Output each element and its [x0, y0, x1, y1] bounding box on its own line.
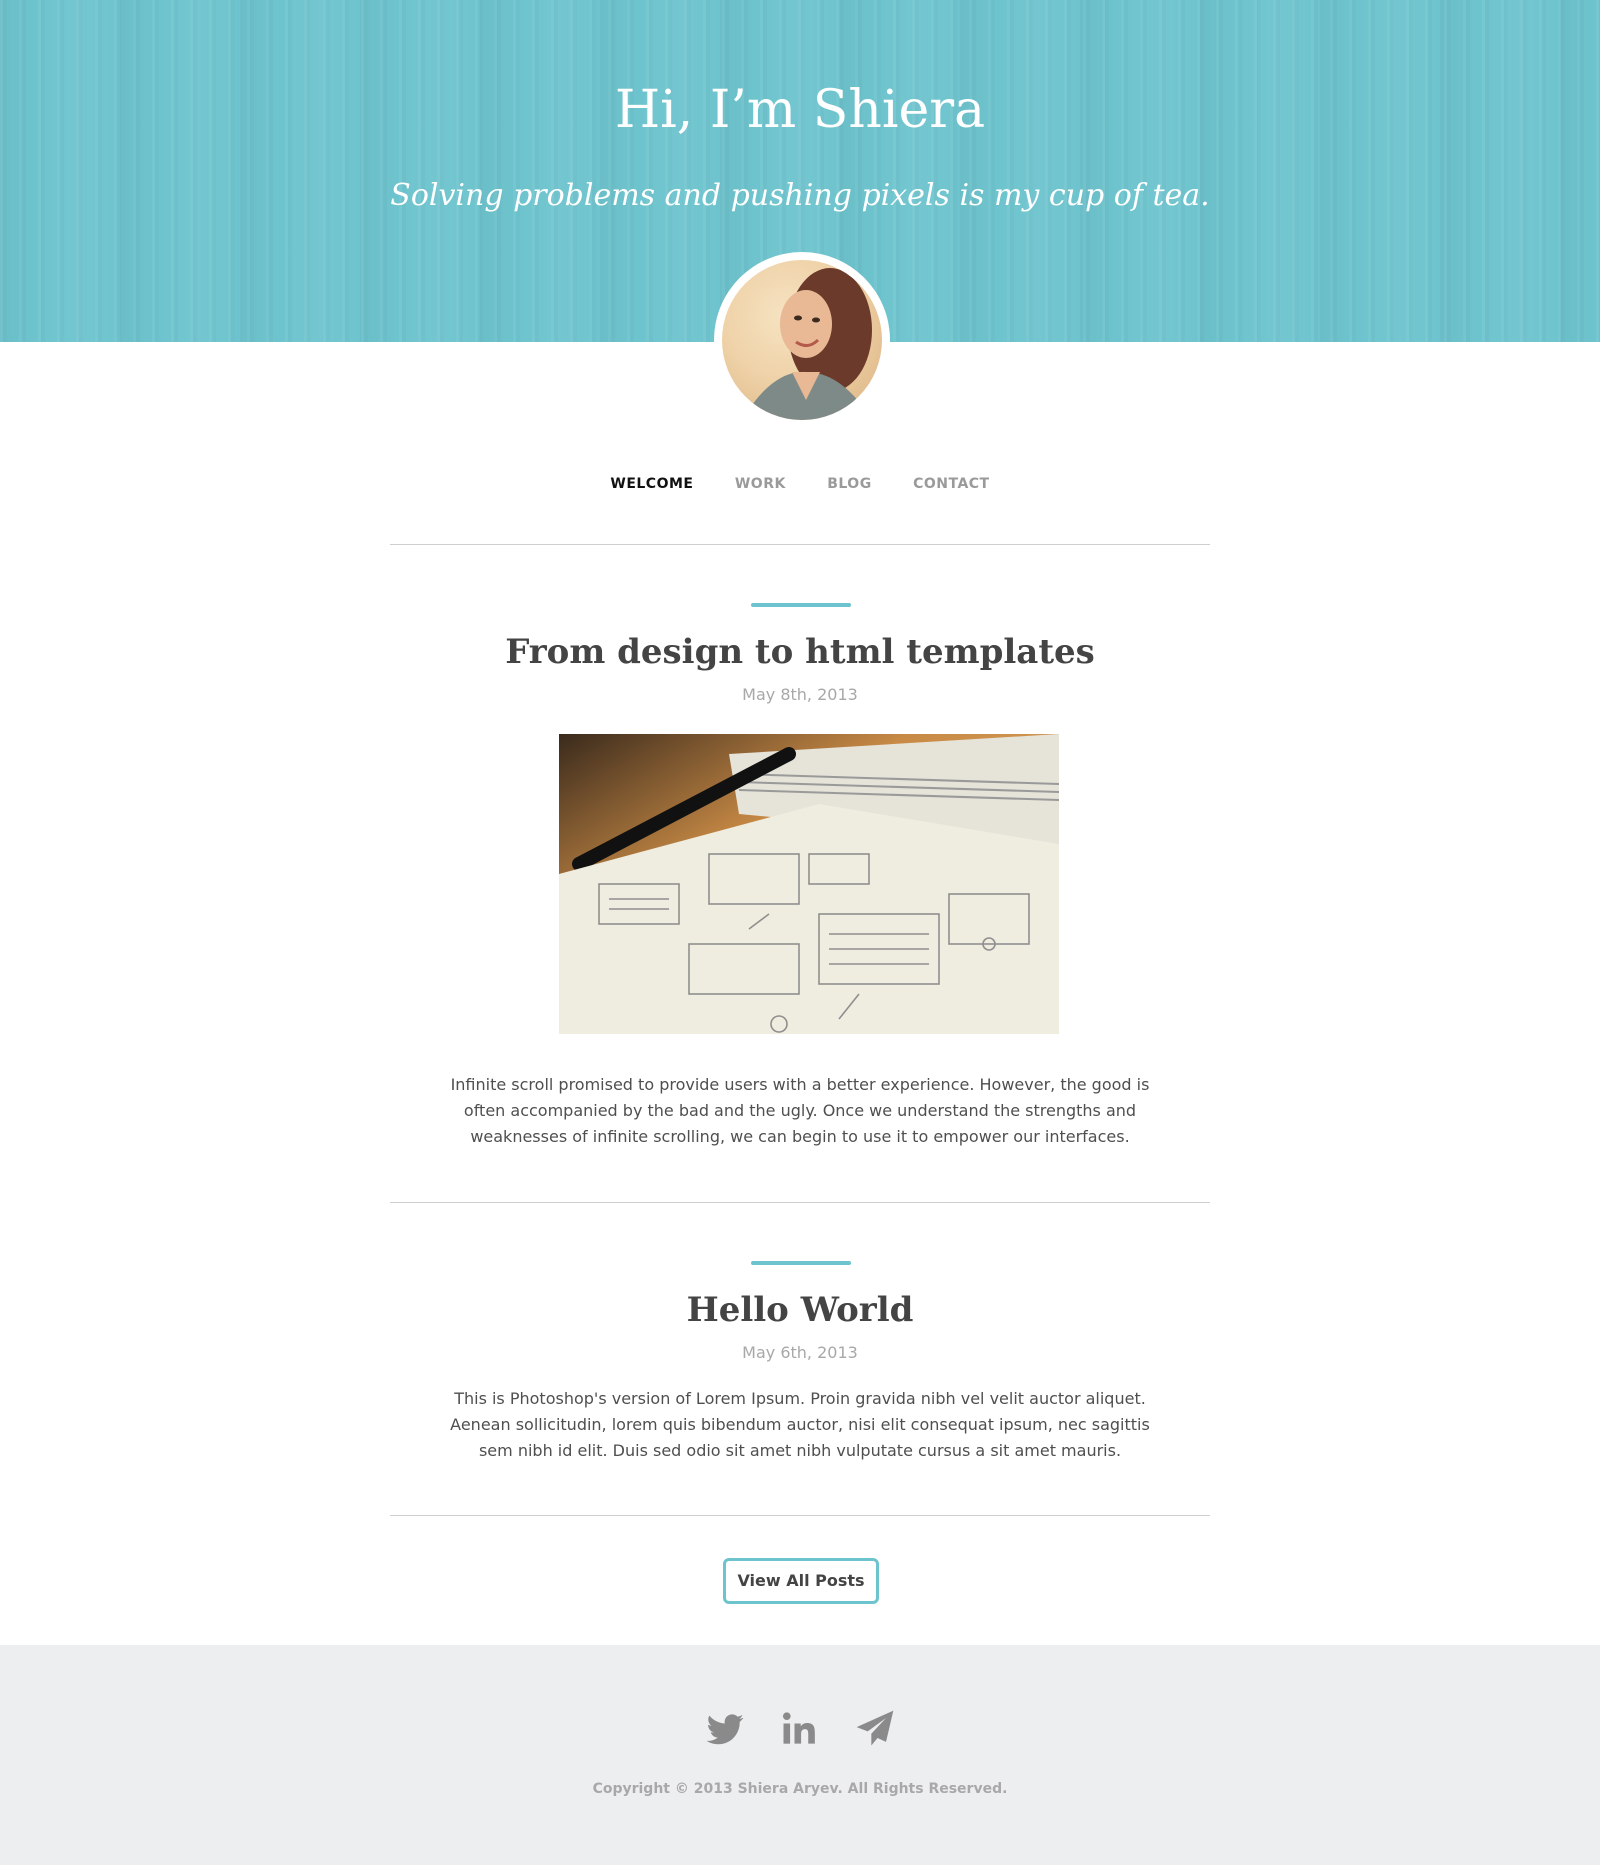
avatar-photo [722, 260, 882, 420]
linkedin-icon[interactable] [778, 1707, 822, 1751]
twitter-icon[interactable] [703, 1707, 747, 1751]
post-excerpt: This is Photoshop's version of Lorem Ips… [450, 1389, 1150, 1460]
divider [390, 1515, 1210, 1516]
post-accent-bar [751, 1261, 851, 1265]
main-nav: WELCOME WORK BLOG CONTACT [0, 476, 1600, 492]
paper-plane-icon[interactable] [853, 1707, 897, 1751]
social-links [0, 1707, 1600, 1751]
post-accent-bar [751, 603, 851, 607]
divider [390, 1202, 1210, 1203]
post-title[interactable]: From design to html templates [0, 632, 1600, 672]
view-all-posts-button[interactable]: View All Posts [723, 1558, 879, 1604]
hero-tagline: Solving problems and pushing pixels is m… [390, 178, 1210, 213]
post-image [559, 734, 1059, 1034]
post-excerpt: Infinite scroll promised to provide user… [450, 1075, 1150, 1146]
post-date: May 6th, 2013 [742, 1343, 858, 1362]
footer: Copyright © 2013 Shiera Aryev. All Right… [0, 1645, 1600, 1865]
hero-title: Hi, I’m Shiera [614, 80, 986, 140]
nav-item-contact[interactable]: CONTACT [913, 476, 990, 492]
copyright-text: Copyright © 2013 Shiera Aryev. All Right… [592, 1781, 1008, 1797]
nav-item-blog[interactable]: BLOG [827, 476, 872, 492]
divider [390, 544, 1210, 545]
post-date: May 8th, 2013 [742, 685, 858, 704]
avatar [714, 252, 890, 428]
nav-item-welcome[interactable]: WELCOME [610, 476, 693, 492]
post-title[interactable]: Hello World [0, 1290, 1600, 1330]
nav-item-work[interactable]: WORK [735, 476, 786, 492]
